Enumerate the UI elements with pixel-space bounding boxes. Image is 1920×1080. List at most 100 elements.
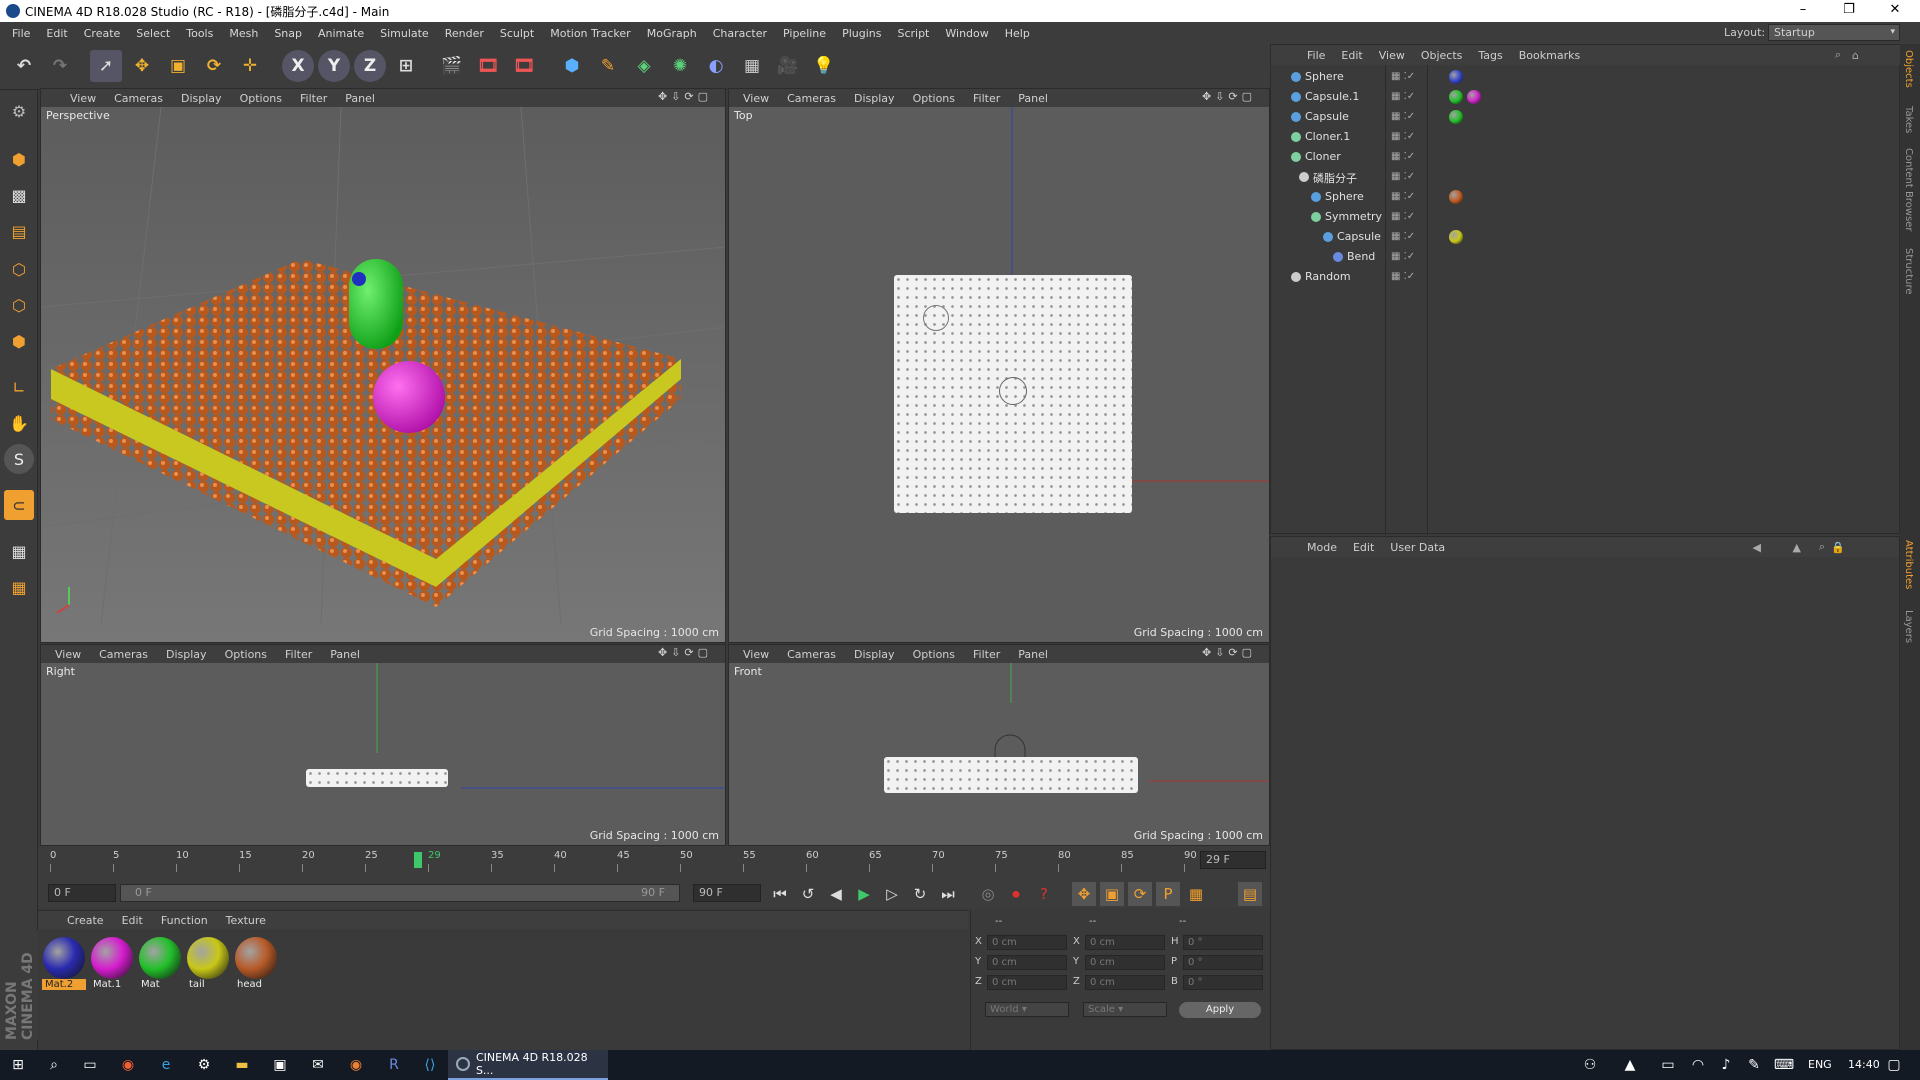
lock-workplane-icon[interactable]: ▦ bbox=[4, 572, 34, 602]
up-arrow-icon[interactable]: ▲ bbox=[1785, 541, 1809, 554]
menu-animate[interactable]: Animate bbox=[310, 27, 372, 40]
grid-snap-icon[interactable]: ▦ bbox=[4, 536, 34, 566]
object-row[interactable]: Sphere ▦ ⁚✓ bbox=[1271, 187, 1901, 207]
menu-create[interactable]: Create bbox=[76, 27, 129, 40]
object-row[interactable]: Capsule ▦ ⁚✓ bbox=[1271, 107, 1901, 127]
menu-character[interactable]: Character bbox=[705, 27, 775, 40]
battery-icon[interactable]: ▭ bbox=[1658, 1055, 1678, 1075]
menu-pipeline[interactable]: Pipeline bbox=[775, 27, 834, 40]
attr-menu-user-data[interactable]: User Data bbox=[1382, 541, 1453, 554]
close-button[interactable]: ✕ bbox=[1872, 0, 1918, 22]
tab-content-browser[interactable]: Content Browser bbox=[1903, 148, 1914, 231]
obj-menu-tags[interactable]: Tags bbox=[1470, 49, 1510, 62]
menu-render[interactable]: Render bbox=[437, 27, 492, 40]
wifi-icon[interactable]: ◠ bbox=[1688, 1055, 1708, 1075]
visibility-check-icon[interactable]: ▦ ⁚✓ bbox=[1391, 111, 1415, 122]
vp-menu-display[interactable]: Display bbox=[157, 648, 216, 661]
mat-menu-edit[interactable]: Edit bbox=[113, 914, 152, 927]
object-row[interactable]: Cloner ▦ ⁚✓ bbox=[1271, 147, 1901, 167]
viewport-top[interactable]: View Cameras Display Options Filter Pane… bbox=[728, 88, 1270, 643]
size-y-field[interactable]: 0 cm bbox=[1085, 955, 1165, 970]
vp-menu-view[interactable]: View bbox=[46, 648, 90, 661]
go-to-end-button[interactable]: ⏭ bbox=[936, 882, 960, 906]
start-frame-field[interactable]: 0 F bbox=[48, 884, 116, 902]
object-row[interactable]: Sphere ▦ ⁚✓ bbox=[1271, 67, 1901, 87]
app-icon[interactable]: R bbox=[384, 1055, 404, 1075]
tweak-mode-icon[interactable]: ✋ bbox=[4, 408, 34, 438]
attr-menu-mode[interactable]: Mode bbox=[1299, 541, 1345, 554]
autokey-button[interactable]: ? bbox=[1032, 882, 1056, 906]
vp-menu-cameras[interactable]: Cameras bbox=[105, 92, 172, 105]
rotation-b-field[interactable]: 0 ° bbox=[1183, 975, 1263, 990]
menu-window[interactable]: Window bbox=[937, 27, 996, 40]
end-frame-field[interactable]: 90 F bbox=[693, 884, 761, 902]
material-swatch[interactable]: Mat.2 bbox=[42, 935, 86, 995]
render-settings-button[interactable]: 🎞 bbox=[508, 50, 540, 82]
keyboard-icon[interactable]: ⌨ bbox=[1774, 1055, 1794, 1075]
vp-menu-cameras[interactable]: Cameras bbox=[90, 648, 157, 661]
transform-tool-button[interactable]: ✛ bbox=[234, 50, 266, 82]
object-row[interactable]: Capsule.1 ▦ ⁚✓ bbox=[1271, 87, 1901, 107]
material-tag-icon[interactable] bbox=[1449, 70, 1463, 84]
vp-menu-options[interactable]: Options bbox=[904, 648, 964, 661]
menu-help[interactable]: Help bbox=[997, 27, 1038, 40]
obj-menu-edit[interactable]: Edit bbox=[1333, 49, 1370, 62]
visibility-check-icon[interactable]: ▦ ⁚✓ bbox=[1391, 91, 1415, 102]
settings-icon[interactable]: ⚙ bbox=[194, 1055, 214, 1075]
lock-icon[interactable]: 🔒 bbox=[1823, 541, 1853, 554]
redo-button[interactable]: ↷ bbox=[44, 50, 76, 82]
record-keys-button[interactable]: ⏺ bbox=[1004, 882, 1028, 906]
visibility-check-icon[interactable]: ▦ ⁚✓ bbox=[1391, 211, 1415, 222]
vp-menu-options[interactable]: Options bbox=[904, 92, 964, 105]
notifications-icon[interactable]: ▢ bbox=[1884, 1055, 1904, 1075]
vp-menu-display[interactable]: Display bbox=[172, 92, 231, 105]
object-row[interactable]: Bend ▦ ⁚✓ bbox=[1271, 247, 1901, 267]
visibility-check-icon[interactable]: ▦ ⁚✓ bbox=[1391, 131, 1415, 142]
menu-edit[interactable]: Edit bbox=[38, 27, 75, 40]
workplane-mode-icon[interactable]: ▤ bbox=[4, 216, 34, 246]
vp-menu-filter[interactable]: Filter bbox=[964, 648, 1009, 661]
apply-button[interactable]: Apply bbox=[1179, 1002, 1261, 1018]
menu-mesh[interactable]: Mesh bbox=[221, 27, 266, 40]
menu-mograph[interactable]: MoGraph bbox=[639, 27, 705, 40]
texture-mode-icon[interactable]: ▩ bbox=[4, 180, 34, 210]
vp-menu-filter[interactable]: Filter bbox=[291, 92, 336, 105]
solo-mode-icon[interactable]: S bbox=[4, 444, 34, 474]
current-frame-field[interactable]: 29 F bbox=[1200, 851, 1266, 869]
rotate-tool-button[interactable]: ⟳ bbox=[198, 50, 230, 82]
mat-menu-texture[interactable]: Texture bbox=[217, 914, 275, 927]
object-row[interactable]: Random ▦ ⁚✓ bbox=[1271, 267, 1901, 287]
select-tool-button[interactable]: ➚ bbox=[90, 50, 122, 82]
windows-start-icon[interactable]: ⊞ bbox=[8, 1055, 28, 1075]
obj-menu-view[interactable]: View bbox=[1371, 49, 1413, 62]
render-picture-viewer-button[interactable]: 🎞 bbox=[472, 50, 504, 82]
coordinate-mode-dropdown[interactable]: World ▾ bbox=[985, 1002, 1069, 1017]
viewport-nav-icons[interactable]: ✥⇩⟳▢ bbox=[1193, 90, 1265, 103]
make-editable-icon[interactable]: ⚙ bbox=[4, 96, 34, 126]
pen-icon[interactable]: ✎ bbox=[1744, 1055, 1764, 1075]
key-position-button[interactable]: ✥ bbox=[1072, 882, 1096, 906]
coordinate-system-button[interactable]: ⊞ bbox=[390, 50, 422, 82]
home-icon[interactable]: ⌂ bbox=[1844, 49, 1867, 62]
cloner-button[interactable]: ✺ bbox=[664, 50, 696, 82]
key-rotation-button[interactable]: ⟳ bbox=[1128, 882, 1152, 906]
menu-tools[interactable]: Tools bbox=[178, 27, 221, 40]
mail-icon[interactable]: ✉ bbox=[308, 1055, 328, 1075]
vp-menu-cameras[interactable]: Cameras bbox=[778, 648, 845, 661]
tab-layers[interactable]: Layers bbox=[1903, 610, 1914, 643]
viewport-perspective[interactable]: View Cameras Display Options Filter Pane… bbox=[40, 88, 726, 643]
tab-objects[interactable]: Objects bbox=[1903, 50, 1914, 88]
viewport-nav-icons[interactable]: ✥⇩⟳▢ bbox=[649, 646, 721, 659]
people-icon[interactable]: ⚇ bbox=[1580, 1055, 1600, 1075]
loop-button[interactable]: ↻ bbox=[908, 882, 932, 906]
menu-sculpt[interactable]: Sculpt bbox=[492, 27, 542, 40]
preview-range-slider[interactable]: 0 F 90 F bbox=[120, 884, 680, 902]
edges-mode-icon[interactable]: ⬡ bbox=[4, 290, 34, 320]
visibility-check-icon[interactable]: ▦ ⁚✓ bbox=[1391, 231, 1415, 242]
subdivision-button[interactable]: ◈ bbox=[628, 50, 660, 82]
motion-record-button[interactable]: ◎ bbox=[976, 882, 1000, 906]
search-icon[interactable]: ⌕ bbox=[44, 1055, 64, 1075]
visibility-check-icon[interactable]: ▦ ⁚✓ bbox=[1391, 251, 1415, 262]
floor-button[interactable]: ▦ bbox=[736, 50, 768, 82]
mat-menu-create[interactable]: Create bbox=[58, 914, 113, 927]
